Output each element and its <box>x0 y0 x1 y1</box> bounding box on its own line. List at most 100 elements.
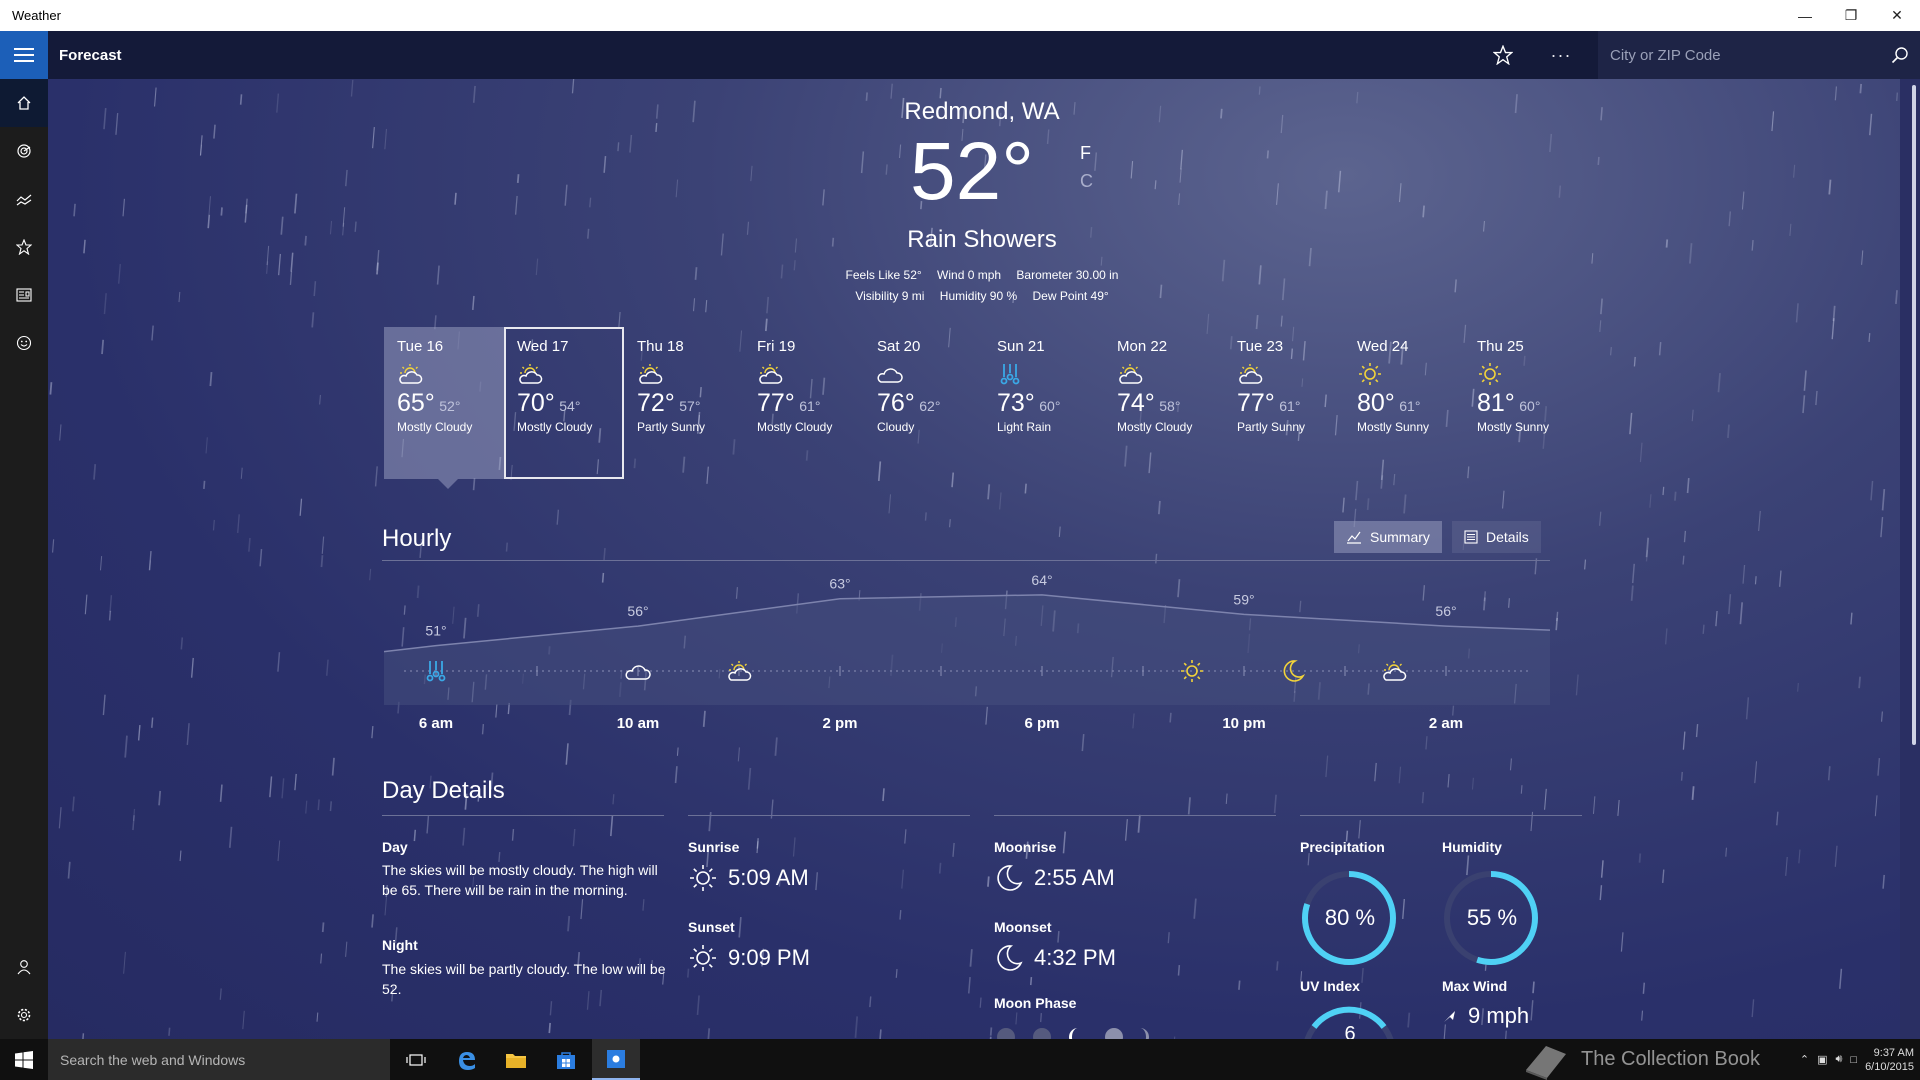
weather-taskbar-button[interactable] <box>592 1039 640 1080</box>
more-options-button[interactable]: ··· <box>1532 31 1590 79</box>
wind: Wind 0 mph <box>937 268 1002 282</box>
forecast-day-name: Fri 19 <box>757 338 796 355</box>
action-center-icon[interactable]: □ <box>1850 1054 1857 1066</box>
hamburger-menu-button[interactable] <box>0 31 48 79</box>
rain-streak <box>1280 315 1283 327</box>
rain-streak <box>123 951 126 974</box>
taskbar-search[interactable]: Search the web and Windows <box>48 1039 390 1080</box>
rain-streak <box>413 829 417 842</box>
forecast-condition: Partly Sunny <box>1237 420 1306 434</box>
volume-icon[interactable]: 🔊︎ <box>1835 1053 1842 1066</box>
file-explorer-button[interactable] <box>492 1039 540 1080</box>
rain-streak <box>190 657 194 678</box>
rain-streak <box>1715 610 1718 627</box>
cloud-icon <box>877 368 903 383</box>
rain-streak <box>168 1027 171 1036</box>
rain-streak <box>1877 758 1881 776</box>
nav-places[interactable] <box>0 223 48 271</box>
rain-streak <box>1728 211 1732 227</box>
rain-streak <box>1402 898 1405 920</box>
rain-streak <box>93 464 97 480</box>
page-title: Forecast <box>59 46 122 64</box>
nav-maps[interactable] <box>0 127 48 175</box>
task-view-button[interactable] <box>392 1039 440 1080</box>
minimize-button[interactable]: — <box>1782 0 1828 31</box>
start-button[interactable] <box>0 1039 48 1080</box>
rain-streak <box>277 652 281 672</box>
forecast-day[interactable]: Thu 18 72° 57° Partly Sunny <box>624 327 744 479</box>
moonrise-time: 2:55 AM <box>1034 865 1115 890</box>
rain-streak <box>1629 412 1633 435</box>
hourly-time-label: 6 pm <box>1024 715 1059 732</box>
rain-streak <box>124 735 128 758</box>
search-input[interactable] <box>1598 31 1880 79</box>
search-button[interactable] <box>1880 46 1920 64</box>
nav-forecast[interactable] <box>0 79 48 127</box>
rain-streak <box>350 79 354 97</box>
forecast-high: 74° <box>1117 389 1155 417</box>
forecast-day[interactable]: Tue 23 77° 61° Partly Sunny <box>1224 327 1344 479</box>
rain-streak <box>737 747 740 762</box>
rain-streak <box>1556 611 1559 622</box>
rain-streak <box>1509 758 1512 771</box>
rain-streak <box>374 466 378 487</box>
scrollbar-thumb[interactable] <box>1912 85 1916 745</box>
forecast-low: 54° <box>559 398 581 414</box>
rain-streak <box>1558 185 1562 198</box>
uv-index-value: 6 <box>1344 1023 1356 1039</box>
scrollbar[interactable] <box>1908 79 1920 1039</box>
close-button[interactable]: ✕ <box>1874 0 1920 31</box>
nav-historical[interactable] <box>0 175 48 223</box>
forecast-day[interactable]: Sat 20 76° 62° Cloudy <box>864 327 984 479</box>
forecast-day[interactable]: Thu 25 81° 60° Mostly Sunny <box>1464 327 1584 479</box>
network-icon[interactable]: ▣ <box>1817 1053 1827 1066</box>
rain-streak <box>968 977 971 994</box>
forecast-day[interactable]: Wed 17 70° 54° Mostly Cloudy <box>504 327 624 479</box>
forecast-day[interactable]: Wed 24 80° 61° Mostly Sunny <box>1344 327 1464 479</box>
restore-button[interactable]: ❐ <box>1828 0 1874 31</box>
rain-streak <box>294 773 297 791</box>
nav-account[interactable] <box>0 943 48 991</box>
rain-streak <box>426 816 430 834</box>
forecast-low: 60° <box>1039 398 1061 414</box>
rain-streak <box>1639 442 1643 463</box>
tray-chevron-icon[interactable]: ⌃ <box>1800 1053 1809 1066</box>
rain-streak <box>1276 183 1279 205</box>
search-box <box>1598 31 1920 79</box>
rain-streak <box>1785 856 1788 876</box>
nav-settings[interactable] <box>0 991 48 1039</box>
rain-streak <box>1179 168 1182 183</box>
rain-streak <box>514 195 518 215</box>
forecast-day[interactable]: Mon 22 74° 58° Mostly Cloudy <box>1104 327 1224 479</box>
rain-streak <box>1683 530 1687 543</box>
rain-streak <box>1776 811 1779 826</box>
rain-streak <box>1158 500 1161 515</box>
list-icon <box>1464 530 1478 544</box>
sunrise-value: 5:09 AM <box>688 863 809 893</box>
edge-taskbar-button[interactable] <box>442 1039 490 1080</box>
forecast-day[interactable]: Sun 21 73° 60° Light Rain <box>984 327 1104 479</box>
rain-streak <box>1742 564 1746 584</box>
moonrise-value: 2:55 AM <box>994 863 1115 893</box>
forecast-low: 52° <box>439 398 461 414</box>
nav-news[interactable] <box>0 271 48 319</box>
nav-feedback[interactable] <box>0 319 48 367</box>
rain-streak <box>572 828 576 847</box>
rain-streak <box>237 514 240 533</box>
forecast-day[interactable]: Tue 16 65° 52° Mostly Cloudy <box>384 327 504 489</box>
rain-streak <box>149 560 152 570</box>
hourly-temp-label: 56° <box>1435 603 1456 619</box>
rain-streak <box>738 917 742 938</box>
rain-streak <box>1193 898 1197 919</box>
store-button[interactable] <box>542 1039 590 1080</box>
watermark-text: The Collection Book <box>1581 1048 1760 1070</box>
home-icon <box>17 96 31 110</box>
forecast-day[interactable]: Fri 19 77° 61° Mostly Cloudy <box>744 327 864 479</box>
favorite-button[interactable] <box>1474 31 1532 79</box>
unit-celsius-button[interactable]: C <box>1080 167 1093 195</box>
unit-toggle: F C <box>1080 139 1093 195</box>
clock[interactable]: 9:37 AM 6/10/2015 <box>1865 1046 1914 1074</box>
rain-streak <box>1868 333 1871 342</box>
max-wind-label: Max Wind <box>1442 978 1508 994</box>
unit-fahrenheit-button[interactable]: F <box>1080 139 1093 167</box>
